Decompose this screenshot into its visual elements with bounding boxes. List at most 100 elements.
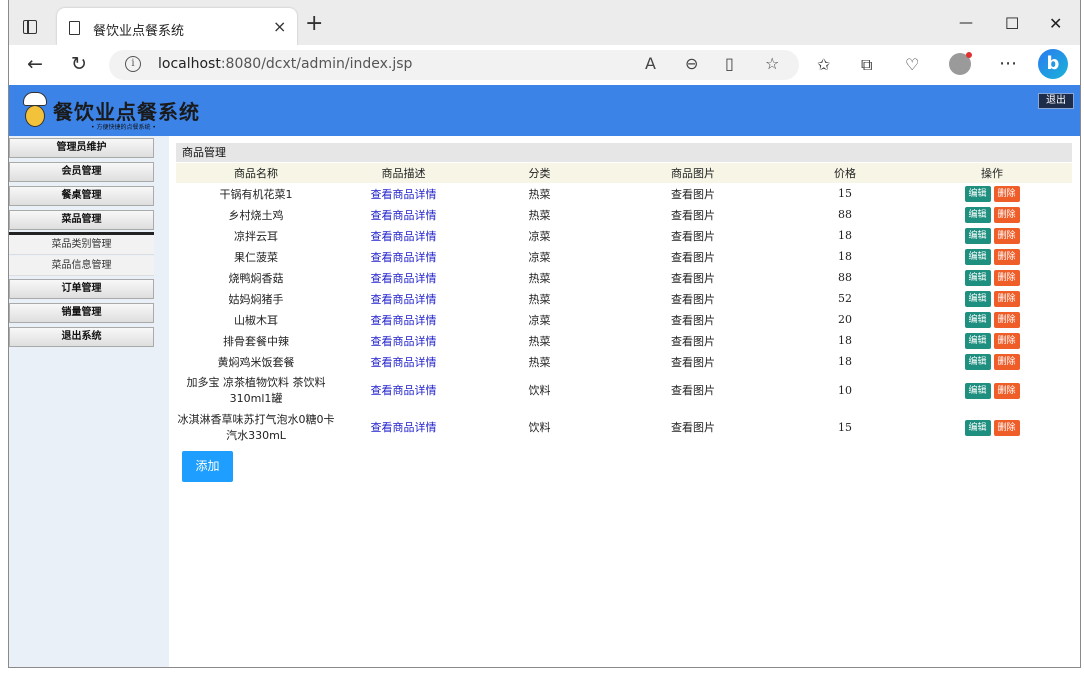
- profile-avatar[interactable]: [949, 52, 972, 75]
- edit-button[interactable]: 编辑: [964, 383, 991, 399]
- sidebar-item-dishes[interactable]: 菜品管理: [9, 210, 154, 230]
- view-detail-link[interactable]: 查看商品详情: [336, 267, 471, 288]
- favorite-star-icon[interactable]: ☆: [765, 54, 779, 73]
- view-image-link[interactable]: 查看图片: [608, 309, 778, 330]
- sidebar-subitem-dish-category[interactable]: 菜品类别管理: [9, 235, 154, 255]
- edit-button[interactable]: 编辑: [964, 269, 991, 286]
- col-header-category: 分类: [471, 163, 608, 183]
- delete-button[interactable]: 删除: [993, 332, 1020, 349]
- back-icon[interactable]: ←: [27, 54, 43, 74]
- view-image-link[interactable]: 查看图片: [608, 409, 778, 446]
- delete-button[interactable]: 删除: [993, 420, 1020, 436]
- sidebar-item-admin[interactable]: 管理员维护: [9, 138, 154, 158]
- cell-category: 凉菜: [528, 229, 551, 243]
- edit-button[interactable]: 编辑: [964, 227, 991, 244]
- view-detail-link[interactable]: 查看商品详情: [336, 372, 471, 409]
- refresh-icon[interactable]: ↻: [71, 54, 87, 74]
- address-bar[interactable]: i localhost:8080/dcxt/admin/index.jsp A …: [109, 50, 799, 80]
- cell-price: 20: [838, 313, 852, 326]
- view-image-link[interactable]: 查看图片: [608, 330, 778, 351]
- sidebar-item-tables[interactable]: 餐桌管理: [9, 186, 154, 206]
- cell-actions: 编辑 删除: [912, 267, 1072, 288]
- delete-button[interactable]: 删除: [993, 353, 1020, 370]
- address-toolbar: ← ↻ i localhost:8080/dcxt/admin/index.js…: [9, 45, 1080, 85]
- edit-button[interactable]: 编辑: [964, 420, 991, 436]
- view-detail-link[interactable]: 查看商品详情: [336, 288, 471, 309]
- favorites-icon[interactable]: ✩: [817, 55, 830, 74]
- edit-button[interactable]: 编辑: [964, 311, 991, 328]
- browser-tab[interactable]: 餐饮业点餐系统 ×: [57, 8, 297, 45]
- edit-button[interactable]: 编辑: [964, 353, 991, 370]
- site-info-icon[interactable]: i: [125, 56, 141, 72]
- cell-price: 18: [838, 229, 852, 242]
- view-detail-link[interactable]: 查看商品详情: [336, 183, 471, 204]
- edit-button[interactable]: 编辑: [964, 332, 991, 349]
- table-row: 加多宝 凉茶植物饮料 茶饮料 310ml1罐 查看商品详情 饮料 查看图片 10 编辑 删除: [176, 372, 1072, 409]
- edit-button[interactable]: 编辑: [964, 206, 991, 223]
- view-image-link[interactable]: 查看图片: [608, 183, 778, 204]
- cell-actions: 编辑 删除: [912, 309, 1072, 330]
- view-image-link[interactable]: 查看图片: [608, 225, 778, 246]
- edit-button[interactable]: 编辑: [964, 185, 991, 202]
- bing-copilot-icon[interactable]: b: [1038, 49, 1068, 79]
- view-image-link[interactable]: 查看图片: [608, 267, 778, 288]
- edit-button[interactable]: 编辑: [964, 290, 991, 307]
- cell-name: 姑妈焖猪手: [228, 292, 284, 306]
- close-window-icon[interactable]: ✕: [1049, 14, 1062, 33]
- sidebar-item-orders[interactable]: 订单管理: [9, 279, 154, 299]
- maximize-icon[interactable]: ☐: [1005, 14, 1019, 33]
- table-header-row: 商品名称 商品描述 分类 商品图片 价格 操作: [176, 163, 1072, 183]
- sidebar-item-exit[interactable]: 退出系统: [9, 327, 154, 347]
- delete-button[interactable]: 删除: [993, 290, 1020, 307]
- col-header-desc: 商品描述: [336, 163, 471, 183]
- url-text[interactable]: localhost:8080/dcxt/admin/index.jsp: [158, 56, 412, 72]
- collections-icon[interactable]: ⧉: [861, 55, 872, 75]
- sidebar-item-members[interactable]: 会员管理: [9, 162, 154, 182]
- cell-category: 热菜: [528, 208, 551, 222]
- view-image-link[interactable]: 查看图片: [608, 372, 778, 409]
- logout-button[interactable]: 退出: [1038, 93, 1074, 109]
- tab-actions-icon[interactable]: [23, 20, 37, 34]
- delete-button[interactable]: 删除: [993, 227, 1020, 244]
- col-header-image: 商品图片: [608, 163, 778, 183]
- view-image-link[interactable]: 查看图片: [608, 288, 778, 309]
- delete-button[interactable]: 删除: [993, 311, 1020, 328]
- more-menu-icon[interactable]: ⋯: [999, 53, 1017, 74]
- view-detail-link[interactable]: 查看商品详情: [336, 309, 471, 330]
- view-image-link[interactable]: 查看图片: [608, 204, 778, 225]
- table-row: 姑妈焖猪手 查看商品详情 热菜 查看图片 52 编辑 删除: [176, 288, 1072, 309]
- edit-button[interactable]: 编辑: [964, 248, 991, 265]
- add-button[interactable]: 添加: [182, 451, 233, 482]
- delete-button[interactable]: 删除: [993, 185, 1020, 202]
- view-detail-link[interactable]: 查看商品详情: [336, 204, 471, 225]
- split-screen-icon[interactable]: ▯: [725, 54, 734, 73]
- delete-button[interactable]: 删除: [993, 269, 1020, 286]
- cell-price: 18: [838, 334, 852, 347]
- cell-price: 15: [838, 187, 852, 200]
- cell-category: 饮料: [528, 420, 551, 434]
- view-detail-link[interactable]: 查看商品详情: [336, 330, 471, 351]
- sidebar-item-sales[interactable]: 销量管理: [9, 303, 154, 323]
- view-detail-link[interactable]: 查看商品详情: [336, 246, 471, 267]
- zoom-icon[interactable]: ⊖: [685, 54, 698, 73]
- delete-button[interactable]: 删除: [993, 248, 1020, 265]
- new-tab-icon[interactable]: +: [305, 13, 323, 35]
- read-aloud-icon[interactable]: A: [645, 54, 656, 73]
- sidebar-subitem-dish-info[interactable]: 菜品信息管理: [9, 256, 154, 276]
- view-image-link[interactable]: 查看图片: [608, 351, 778, 372]
- view-detail-link[interactable]: 查看商品详情: [336, 409, 471, 446]
- delete-button[interactable]: 删除: [993, 206, 1020, 223]
- tab-close-icon[interactable]: ×: [273, 17, 286, 36]
- view-image-link[interactable]: 查看图片: [608, 246, 778, 267]
- cell-category: 热菜: [528, 271, 551, 285]
- view-detail-link[interactable]: 查看商品详情: [336, 351, 471, 372]
- delete-button[interactable]: 删除: [993, 383, 1020, 399]
- page-icon: [69, 21, 80, 35]
- minimize-icon[interactable]: —: [959, 15, 973, 31]
- cell-actions: 编辑 删除: [912, 330, 1072, 351]
- browser-essentials-icon[interactable]: ♡: [905, 55, 919, 74]
- view-detail-link[interactable]: 查看商品详情: [336, 225, 471, 246]
- cell-price: 18: [838, 355, 852, 368]
- cell-actions: 编辑 删除: [912, 225, 1072, 246]
- tab-title: 餐饮业点餐系统: [93, 24, 185, 39]
